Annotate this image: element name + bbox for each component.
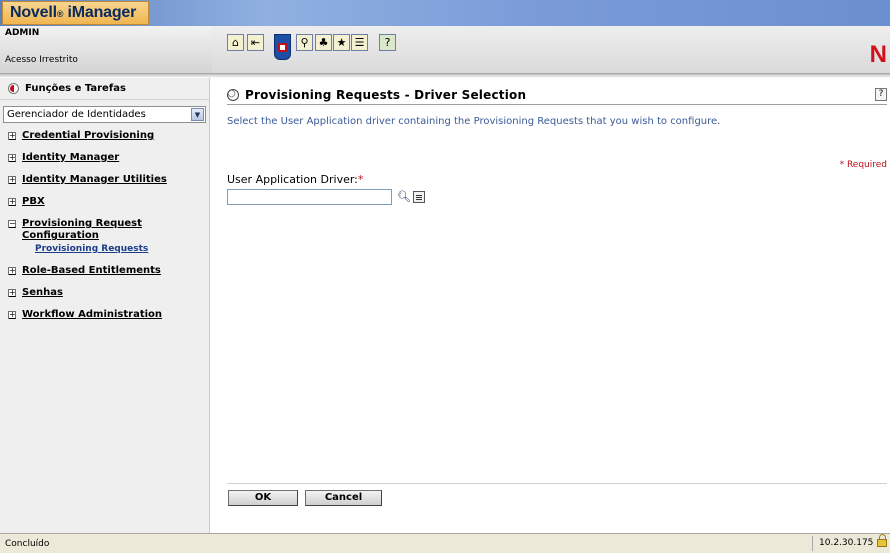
- sidebar-item-identity-manager[interactable]: + Identity Manager: [0, 152, 210, 164]
- lock-icon: [877, 534, 887, 547]
- object-selector-icon[interactable]: 🔍︎: [397, 191, 411, 203]
- collapse-icon[interactable]: −: [8, 220, 16, 228]
- chevron-down-icon[interactable]: ▼: [191, 108, 204, 121]
- sidebar-subitem-provisioning-requests[interactable]: Provisioning Requests: [0, 243, 210, 255]
- status-bar: Concluído 10.2.30.175: [0, 533, 890, 553]
- cancel-button[interactable]: Cancel: [305, 490, 382, 506]
- configure-icon[interactable]: ♣: [315, 34, 332, 51]
- role-select[interactable]: Gerenciador de Identidades ▼: [3, 106, 206, 123]
- view-objects-icon[interactable]: ⚲: [296, 34, 313, 51]
- access-level: Acesso Irrestrito: [5, 55, 78, 65]
- user-name: ADMIN: [5, 28, 40, 38]
- sidebar-item-credential-provisioning[interactable]: + Credential Provisioning: [0, 130, 210, 142]
- instruction-text: Select the User Application driver conta…: [227, 116, 721, 127]
- divider: [227, 483, 887, 484]
- preferences-icon[interactable]: ☰: [351, 34, 368, 51]
- sidebar-item-identity-manager-utilities[interactable]: + Identity Manager Utilities: [0, 174, 210, 186]
- expand-icon[interactable]: +: [8, 311, 16, 319]
- page-title: Provisioning Requests - Driver Selection: [245, 87, 527, 102]
- page-title-bar: Provisioning Requests - Driver Selection…: [227, 85, 887, 105]
- user-info-panel: ADMIN Acesso Irrestrito: [0, 26, 212, 74]
- ok-button[interactable]: OK: [228, 490, 298, 506]
- sidebar-item-provisioning-request-configuration[interactable]: − Provisioning Request Configuration: [0, 218, 210, 242]
- sidebar-item-senhas[interactable]: + Senhas: [0, 287, 210, 299]
- expand-icon[interactable]: +: [8, 198, 16, 206]
- task-icon: [227, 88, 239, 101]
- sidebar-item-pbx[interactable]: + PBX: [0, 196, 210, 208]
- exit-icon[interactable]: ⇤: [247, 34, 264, 51]
- driver-input[interactable]: [227, 189, 392, 205]
- expand-icon[interactable]: +: [8, 132, 16, 140]
- header-banner: Novell® iManager ADMIN Acesso Irrestrito…: [0, 0, 890, 78]
- driver-field-label: User Application Driver:*: [227, 173, 364, 186]
- expand-icon[interactable]: +: [8, 176, 16, 184]
- sidebar-item-workflow-administration[interactable]: + Workflow Administration: [0, 309, 210, 321]
- role-nav-list: + Credential Provisioning + Identity Man…: [0, 130, 210, 331]
- sidebar-header: Funções e Tarefas: [0, 78, 209, 100]
- novell-imanager-logo: Novell® iManager: [2, 1, 149, 25]
- status-text: Concluído: [5, 538, 50, 549]
- expand-icon[interactable]: +: [8, 154, 16, 162]
- main-content: Provisioning Requests - Driver Selection…: [211, 78, 890, 533]
- banner-top-bar: Novell® iManager: [0, 0, 890, 26]
- favorites-icon[interactable]: ★: [333, 34, 350, 51]
- sidebar-item-role-based-entitlements[interactable]: + Role-Based Entitlements: [0, 265, 210, 277]
- status-ip: 10.2.30.175: [812, 534, 890, 551]
- help-icon[interactable]: ?: [875, 88, 887, 101]
- expand-icon[interactable]: +: [8, 267, 16, 275]
- novell-n-logo: N: [869, 41, 887, 68]
- main-toolbar: ⌂ ⇤ ⚲ ♣ ★ ☰ ? N: [212, 26, 890, 74]
- help-icon[interactable]: ?: [379, 34, 396, 51]
- required-note: * Required: [839, 160, 887, 170]
- roles-tasks-icon[interactable]: [274, 34, 291, 60]
- roles-tasks-sidebar: Funções e Tarefas Gerenciador de Identid…: [0, 78, 210, 533]
- roles-tasks-icon: [8, 83, 19, 94]
- home-icon[interactable]: ⌂: [227, 34, 244, 51]
- object-history-icon[interactable]: [413, 191, 425, 203]
- expand-icon[interactable]: +: [8, 289, 16, 297]
